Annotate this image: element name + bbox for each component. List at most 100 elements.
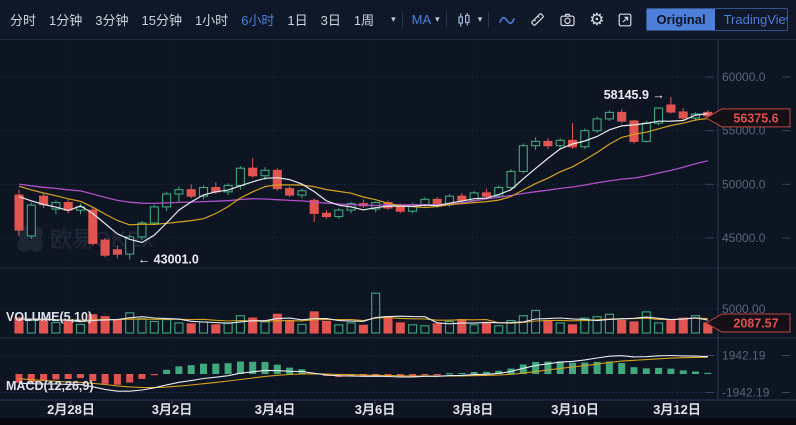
interval-tabs: 分时 1分钟 3分钟 15分钟 1小时 6小时 1日 3日 1周	[10, 10, 387, 29]
chart-style-caret[interactable]: ▾	[478, 14, 483, 25]
ma-caret[interactable]: ▾	[435, 14, 440, 25]
volume-bar	[285, 319, 295, 334]
candle-body	[604, 111, 614, 120]
volume-bar	[260, 321, 270, 334]
candle-body	[481, 192, 491, 197]
volume-bar	[666, 319, 676, 334]
macd-histogram-bar	[163, 369, 171, 374]
indicator-line	[18, 356, 708, 389]
mode-original-button[interactable]: Original	[647, 9, 715, 30]
candle-body	[285, 188, 295, 196]
volume-bar	[223, 322, 233, 334]
candle-body	[100, 239, 110, 256]
intervals-more-caret[interactable]: ▾	[391, 14, 396, 25]
macd-histogram-bar	[77, 374, 84, 378]
candle-body	[457, 195, 467, 201]
candle-body	[149, 206, 159, 224]
date-axis-label: 3月4日	[255, 402, 295, 417]
divider	[488, 12, 490, 27]
candlestick-style-icon[interactable]	[456, 12, 472, 28]
interval-tab-2[interactable]: 1分钟	[49, 10, 82, 29]
candle-body	[162, 193, 172, 208]
divider	[401, 12, 403, 27]
high-price-annotation: 58145.9 →	[604, 88, 665, 102]
volume-bar	[198, 321, 209, 334]
candle-body	[321, 212, 332, 218]
volume-bar	[432, 323, 442, 334]
macd-histogram-bar	[470, 371, 478, 374]
date-axis-label: 3月6日	[355, 402, 395, 417]
volume-bar	[186, 323, 196, 334]
macd-histogram-bar	[704, 372, 712, 375]
price-axis-label: 60000.0	[722, 70, 766, 84]
macd-histogram-bar	[569, 362, 576, 374]
macd-histogram-bar	[126, 374, 134, 383]
interval-tab-3[interactable]: 3分钟	[95, 10, 128, 29]
macd-indicator-label: MACD(12,26,9)	[6, 379, 94, 393]
volume-bar	[555, 322, 565, 334]
volume-bar	[137, 318, 147, 334]
drawing-tools-icon[interactable]	[529, 11, 546, 28]
current-price-badge-text: 56375.6	[733, 111, 778, 125]
candle-body	[112, 249, 122, 255]
candle-body	[531, 140, 541, 147]
interval-tab-7[interactable]: 1日	[287, 10, 307, 29]
candlestick-chart[interactable]: 60000.055000.050000.045000.05000.001942.…	[0, 40, 796, 425]
interval-tab-9[interactable]: 1周	[354, 10, 374, 29]
interval-tab-4[interactable]: 15分钟	[141, 10, 181, 29]
interval-tab-8[interactable]: 3日	[321, 10, 341, 29]
chart-mode-toggle: Original TradingView	[646, 8, 788, 31]
interval-tab-6[interactable]: 6小时	[241, 10, 274, 29]
candle-body	[174, 189, 184, 195]
candle-body	[260, 169, 270, 177]
volume-bar	[51, 321, 61, 334]
settings-icon[interactable]: ⚙	[589, 11, 604, 28]
candle-body	[137, 222, 147, 238]
indicator-line	[18, 113, 708, 244]
volume-bar	[494, 325, 504, 334]
macd-histogram-bar	[692, 371, 699, 374]
date-axis-label: 3月2日	[152, 402, 192, 417]
candle-body	[432, 198, 442, 206]
curve-icon[interactable]	[498, 12, 516, 28]
candle-body	[666, 104, 676, 113]
candle-body	[543, 140, 553, 147]
volume-bar	[162, 319, 172, 334]
volume-bar	[309, 311, 319, 334]
candle-body	[518, 145, 528, 173]
date-axis-label: 2月28日	[47, 402, 95, 417]
macd-histogram-bar	[138, 374, 146, 379]
macd-histogram-bar	[200, 363, 207, 374]
candle-body	[14, 194, 24, 231]
divider	[445, 12, 447, 27]
ma-indicator-button[interactable]: MA	[412, 12, 432, 27]
candle-body	[26, 204, 36, 237]
volume-bar	[604, 313, 614, 334]
volume-bar	[567, 324, 578, 334]
interval-tab-5[interactable]: 1小时	[195, 10, 228, 29]
volume-bar	[408, 324, 418, 334]
date-axis-label: 3月12日	[653, 402, 701, 417]
volume-bar	[543, 319, 553, 334]
volume-bar	[321, 320, 332, 334]
mode-tradingview-button[interactable]: TradingView	[715, 9, 787, 30]
indicator-line	[18, 160, 708, 207]
indicator-line	[18, 117, 708, 226]
volume-bar	[334, 324, 344, 334]
toolbar-left: 分时 1分钟 3分钟 15分钟 1小时 6小时 1日 3日 1周 ▾ MA ▾ ▾	[10, 10, 646, 29]
chart-toolbar: 分时 1分钟 3分钟 15分钟 1小时 6小时 1日 3日 1周 ▾ MA ▾ ▾	[0, 0, 796, 40]
volume-bar	[211, 324, 221, 334]
macd-histogram-bar	[667, 368, 675, 374]
volume-bar	[481, 321, 491, 334]
macd-histogram-bar	[273, 364, 281, 374]
volume-indicator-label: VOLUME(5,10)	[6, 310, 93, 324]
volume-bar	[371, 292, 381, 334]
macd-histogram-bar	[101, 374, 109, 384]
macd-histogram-bar	[433, 374, 441, 376]
volume-bar	[617, 319, 627, 334]
fullscreen-icon[interactable]	[617, 12, 633, 28]
interval-tab-1[interactable]: 分时	[10, 10, 36, 29]
screenshot-icon[interactable]	[559, 12, 576, 28]
candle-body	[555, 139, 565, 147]
volume-bar	[174, 322, 184, 334]
